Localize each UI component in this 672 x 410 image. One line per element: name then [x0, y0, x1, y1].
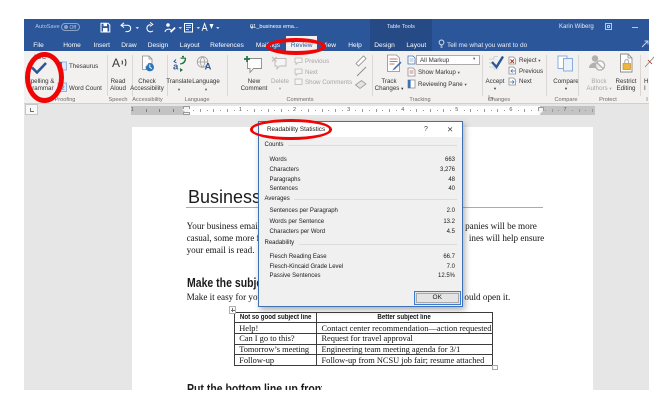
svg-text:A: A	[205, 62, 212, 73]
